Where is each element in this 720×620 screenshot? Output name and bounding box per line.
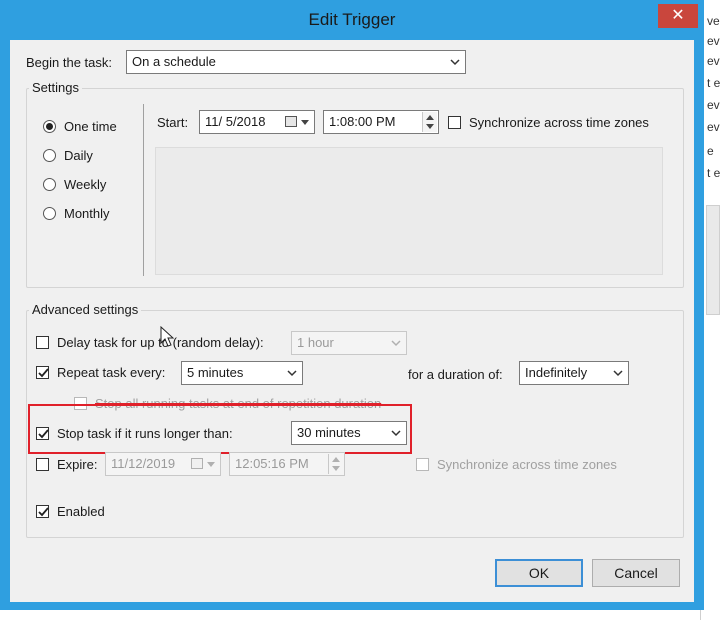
expire-time-value: 12:05:16 PM	[235, 456, 309, 471]
radio-one-time[interactable]: One time	[43, 119, 117, 134]
chevron-down-icon	[613, 370, 623, 377]
background-scrollbar[interactable]	[706, 205, 720, 315]
chevron-down-icon	[391, 340, 401, 347]
cancel-button[interactable]: Cancel	[592, 559, 680, 587]
delay-duration-combobox[interactable]: 1 hour	[291, 331, 407, 355]
expire-sync-timezones-checkbox[interactable]: Synchronize across time zones	[416, 457, 617, 472]
spin-down-icon	[332, 466, 340, 471]
expire-sync-timezones-label: Synchronize across time zones	[437, 457, 617, 472]
checkbox-box	[416, 458, 429, 471]
chevron-down-icon	[287, 370, 297, 377]
radio-weekly[interactable]: Weekly	[43, 177, 106, 192]
stop-if-longer-label: Stop task if it runs longer than:	[57, 426, 233, 441]
stop-if-longer-checkbox[interactable]: Stop task if it runs longer than:	[36, 426, 233, 441]
settings-divider	[143, 104, 144, 276]
spin-up-icon	[426, 115, 434, 120]
background-text: t e	[707, 166, 720, 180]
background-text: e	[707, 144, 714, 158]
start-date-picker[interactable]: 11/ 5/2018	[199, 110, 315, 134]
checkbox-box	[36, 505, 49, 518]
calendar-icon	[285, 116, 297, 127]
background-text: t e	[707, 76, 720, 90]
background-text: eve	[707, 98, 720, 112]
delay-task-checkbox[interactable]: Delay task for up to (random delay):	[36, 335, 264, 350]
radio-label: Monthly	[64, 206, 110, 221]
ok-button[interactable]: OK	[495, 559, 583, 587]
repeat-interval-combobox[interactable]: 5 minutes	[181, 361, 303, 385]
background-text: ve	[707, 14, 720, 28]
delay-duration-value: 1 hour	[297, 335, 334, 350]
checkmark-icon	[38, 429, 49, 439]
expire-date-picker[interactable]: 11/12/2019	[105, 452, 221, 476]
time-spinner[interactable]	[422, 112, 437, 132]
dropdown-arrow-icon	[207, 462, 215, 467]
start-time-value: 1:08:00 PM	[329, 114, 396, 129]
settings-group-label: Settings	[29, 80, 82, 95]
radio-label: Daily	[64, 148, 93, 163]
checkbox-box	[36, 458, 49, 471]
background-text: eve	[707, 120, 720, 134]
chevron-down-icon	[391, 430, 401, 437]
checkmark-icon	[38, 368, 49, 378]
start-label: Start:	[157, 115, 189, 130]
radio-daily[interactable]: Daily	[43, 148, 93, 163]
duration-combobox[interactable]: Indefinitely	[519, 361, 629, 385]
expire-label: Expire:	[57, 457, 98, 472]
radio-button	[43, 207, 56, 220]
checkbox-box	[36, 427, 49, 440]
stop-if-longer-value: 30 minutes	[297, 425, 361, 440]
time-spinner[interactable]	[328, 454, 343, 474]
mouse-cursor-icon	[160, 326, 175, 347]
spin-down-icon	[426, 124, 434, 129]
start-date-value: 11/ 5/2018	[205, 114, 266, 129]
spin-up-icon	[332, 457, 340, 462]
expire-date-value: 11/12/2019	[111, 456, 176, 471]
repeat-interval-value: 5 minutes	[187, 365, 244, 380]
sync-timezones-checkbox[interactable]: Synchronize across time zones	[448, 115, 649, 130]
chevron-down-icon	[450, 59, 460, 66]
expire-checkbox[interactable]: Expire:	[36, 457, 97, 472]
duration-value: Indefinitely	[525, 365, 588, 380]
close-button[interactable]: ✕	[658, 4, 698, 28]
start-time-field[interactable]: 1:08:00 PM	[323, 110, 439, 134]
radio-label: Weekly	[64, 177, 107, 192]
calendar-icon	[191, 458, 203, 469]
enabled-label: Enabled	[57, 504, 105, 519]
begin-task-label: Begin the task:	[26, 55, 112, 70]
enabled-checkbox[interactable]: Enabled	[36, 504, 105, 519]
expire-time-field[interactable]: 12:05:16 PM	[229, 452, 345, 476]
radio-label: One time	[64, 119, 117, 134]
radio-button	[43, 178, 56, 191]
repeat-task-checkbox[interactable]: Repeat task every:	[36, 365, 165, 380]
checkbox-box	[36, 366, 49, 379]
repeat-task-label: Repeat task every:	[57, 365, 166, 380]
stop-if-longer-combobox[interactable]: 30 minutes	[291, 421, 407, 445]
title-bar[interactable]: Edit Trigger	[0, 0, 704, 40]
checkbox-box	[448, 116, 461, 129]
duration-label: for a duration of:	[408, 367, 503, 382]
dialog-title: Edit Trigger	[308, 10, 396, 29]
recurrence-panel	[155, 147, 663, 275]
advanced-settings-group-label: Advanced settings	[29, 302, 142, 317]
sync-timezones-label: Synchronize across time zones	[469, 115, 649, 130]
background-text: eve	[707, 34, 720, 48]
radio-button	[43, 120, 56, 133]
checkbox-box	[36, 336, 49, 349]
radio-button	[43, 149, 56, 162]
begin-task-value: On a schedule	[132, 54, 216, 69]
checkmark-icon	[38, 507, 49, 517]
background-text: eve	[707, 54, 720, 68]
begin-task-combobox[interactable]: On a schedule	[126, 50, 466, 74]
dropdown-arrow-icon	[301, 120, 309, 125]
radio-monthly[interactable]: Monthly	[43, 206, 110, 221]
